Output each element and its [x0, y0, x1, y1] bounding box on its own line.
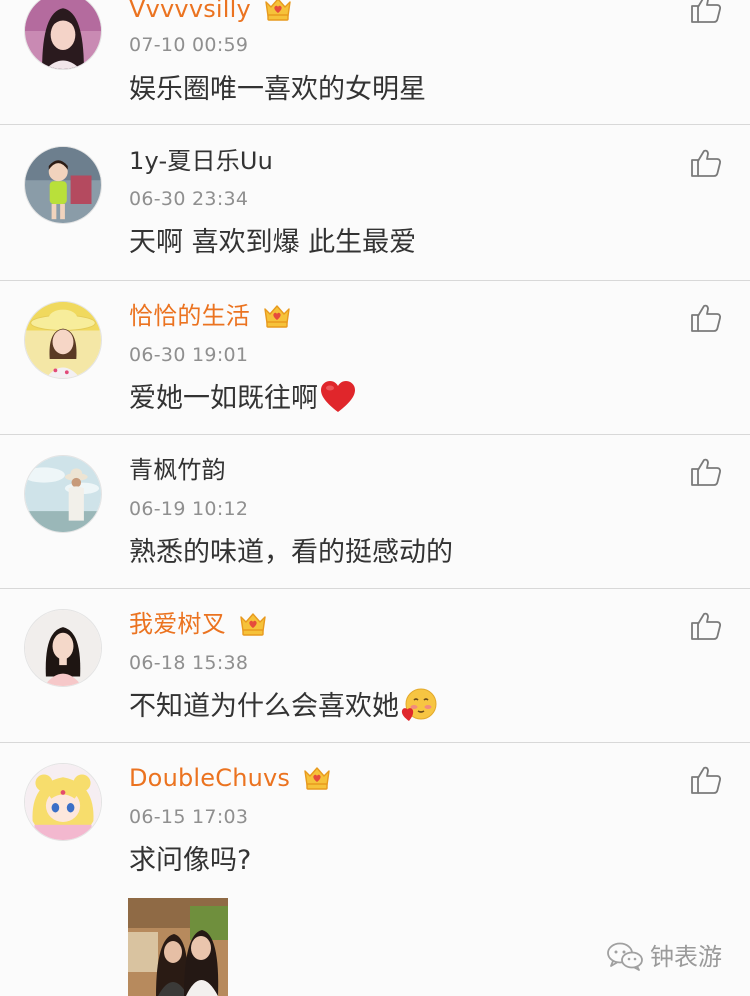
thumbs-up-icon	[691, 612, 722, 640]
comment-photo-attachment[interactable]	[128, 898, 228, 996]
avatar[interactable]	[24, 609, 102, 687]
username[interactable]: 青枫竹韵	[129, 455, 226, 485]
comment-item: 1y-夏日乐Uu 06-30 23:34 天啊 喜欢到爆 此生最爱	[0, 125, 750, 281]
avatar-woman-sun-hat-icon	[25, 302, 101, 378]
like-button[interactable]	[690, 611, 722, 641]
blushing-heart-face-icon	[401, 687, 437, 723]
comment-text: 娱乐圈唯一喜欢的女明星	[129, 74, 426, 105]
avatar-person-sky-icon	[25, 456, 101, 532]
comment-time: 06-15 17:03	[129, 806, 249, 828]
like-button[interactable]	[690, 765, 722, 795]
username[interactable]: 1y-夏日乐Uu	[129, 146, 273, 176]
vip-crown-icon	[302, 764, 332, 791]
avatar-anime-sailor-moon-icon	[25, 764, 101, 840]
comment-text: 求问像吗?	[129, 845, 252, 876]
username-text[interactable]: 青枫竹韵	[129, 456, 226, 484]
avatar-woman-portrait-icon	[25, 610, 101, 686]
username[interactable]: DoubleChuvs	[129, 763, 332, 793]
thumbs-up-icon	[691, 458, 722, 486]
avatar[interactable]	[24, 146, 102, 224]
avatar[interactable]	[24, 455, 102, 533]
avatar[interactable]	[24, 763, 102, 841]
like-button[interactable]	[690, 148, 722, 178]
comment-text: 爱她一如既往啊	[129, 379, 356, 418]
username[interactable]: 恰恰的生活	[129, 301, 292, 331]
username-text[interactable]: 1y-夏日乐Uu	[129, 147, 273, 175]
wechat-icon	[606, 941, 644, 971]
thumbs-up-icon	[691, 304, 722, 332]
comment-text: 熟悉的味道，看的挺感动的	[129, 537, 453, 568]
username-text[interactable]: 我爱树叉	[129, 610, 226, 638]
avatar[interactable]	[24, 0, 102, 70]
red-heart-icon	[320, 379, 356, 415]
comment-item: Vvvvvsilly 07-10 00:59 娱乐圈唯一喜欢的女明星	[0, 0, 750, 125]
comment-text: 不知道为什么会喜欢她	[129, 687, 437, 726]
username-text[interactable]: 恰恰的生活	[129, 302, 250, 330]
comment-item: 青枫竹韵 06-19 10:12 熟悉的味道，看的挺感动的	[0, 435, 750, 589]
comment-time: 06-30 19:01	[129, 344, 249, 366]
vip-crown-icon	[262, 302, 292, 329]
thumbs-up-icon	[691, 0, 722, 23]
comment-list: Vvvvvsilly 07-10 00:59 娱乐圈唯一喜欢的女明星 1y-夏日…	[0, 0, 750, 996]
like-button[interactable]	[690, 457, 722, 487]
username[interactable]: Vvvvvsilly	[129, 0, 293, 24]
photo-thumbnail-icon	[128, 898, 228, 996]
comment-text: 天啊 喜欢到爆 此生最爱	[129, 227, 417, 258]
like-button[interactable]	[690, 0, 722, 24]
thumbs-up-icon	[691, 149, 722, 177]
comment-item: 恰恰的生活 06-30 19:01 爱她一如既往啊	[0, 281, 750, 435]
comment-item: 我爱树叉 06-18 15:38 不知道为什么会喜欢她	[0, 589, 750, 743]
like-button[interactable]	[690, 303, 722, 333]
username[interactable]: 我爱树叉	[129, 609, 268, 639]
vip-crown-icon	[238, 610, 268, 637]
comment-text-body: 不知道为什么会喜欢她	[129, 691, 399, 722]
comment-text-body: 爱她一如既往啊	[129, 383, 318, 414]
vip-crown-icon	[263, 0, 293, 22]
avatar[interactable]	[24, 301, 102, 379]
watermark: 钟表游	[606, 940, 722, 974]
comment-time: 06-18 15:38	[129, 652, 249, 674]
username-text[interactable]: DoubleChuvs	[129, 764, 290, 792]
username-text[interactable]: Vvvvvsilly	[129, 0, 251, 23]
avatar-girl-portrait-icon	[25, 0, 101, 69]
comment-time: 06-19 10:12	[129, 498, 249, 520]
watermark-text: 钟表游	[650, 943, 722, 971]
comment-time: 06-30 23:34	[129, 188, 249, 210]
thumbs-up-icon	[691, 766, 722, 794]
comment-time: 07-10 00:59	[129, 34, 249, 56]
avatar-child-photo-icon	[25, 147, 101, 223]
